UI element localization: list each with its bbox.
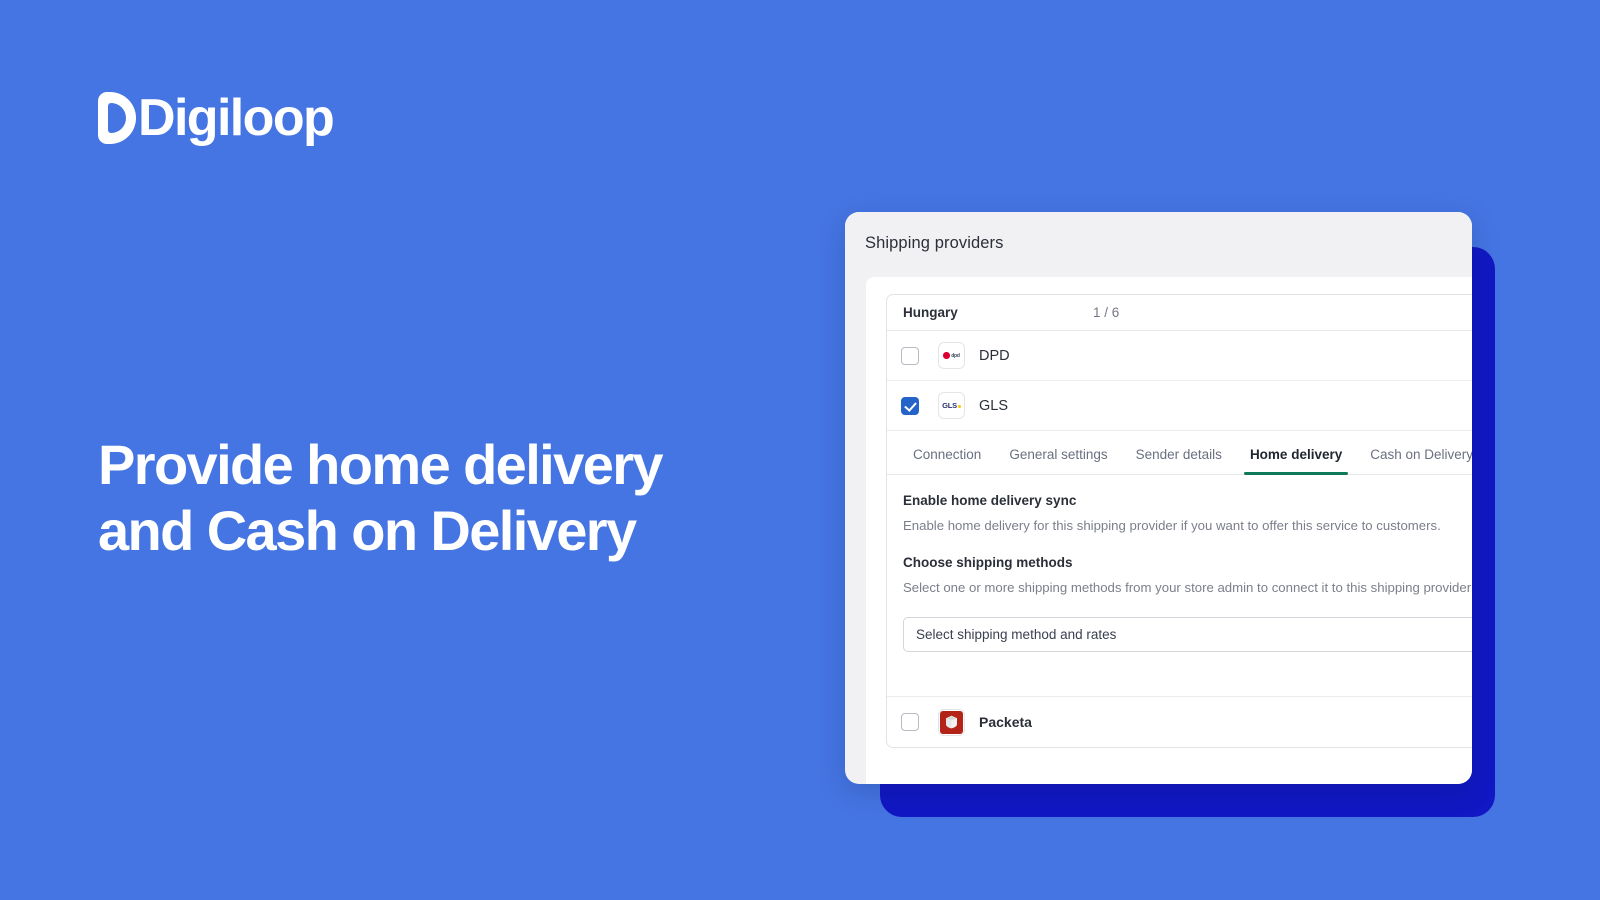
shipping-providers-card: Shipping providers Hungary 1 / 6 dpd DPD… <box>845 212 1472 784</box>
provider-row-packeta[interactable]: Packeta <box>887 697 1472 747</box>
brand-name: Digiloop <box>138 89 335 147</box>
brand-logo: Digiloop <box>98 89 335 147</box>
tab-general-settings[interactable]: General settings <box>995 447 1121 474</box>
country-label: Hungary <box>903 305 958 320</box>
provider-row-dpd[interactable]: dpd DPD <box>887 331 1472 381</box>
choose-methods-help: Select one or more shipping methods from… <box>903 580 1472 595</box>
page-headline: Provide home delivery and Cash on Delive… <box>98 432 798 564</box>
provider-count: 1 / 6 <box>1093 305 1120 320</box>
choose-methods-label: Choose shipping methods <box>903 555 1073 570</box>
card-header: Shipping providers <box>845 212 1472 277</box>
tab-home-delivery[interactable]: Home delivery <box>1236 447 1356 475</box>
card-title: Shipping providers <box>865 234 1004 252</box>
panel-spacer <box>903 652 1472 696</box>
dpd-logo-text: dpd <box>951 352 960 359</box>
provider-name-dpd: DPD <box>979 347 1010 364</box>
provider-checkbox-packeta[interactable] <box>901 713 919 731</box>
home-delivery-panel: Enable home delivery sync Enable home de… <box>887 475 1472 697</box>
dpd-logo-icon: dpd <box>938 342 965 369</box>
tab-sender-details[interactable]: Sender details <box>1122 447 1236 474</box>
headline-line-1: Provide home delivery <box>98 433 664 496</box>
provider-checkbox-dpd[interactable] <box>901 346 919 365</box>
card-panel: Hungary 1 / 6 dpd DPD GLS GLS Connection… <box>866 277 1472 784</box>
gls-logo-text: GLS <box>942 401 957 410</box>
enable-sync-help: Enable home delivery for this shipping p… <box>903 518 1441 533</box>
tab-connection[interactable]: Connection <box>899 447 995 474</box>
provider-row-gls[interactable]: GLS GLS <box>887 381 1472 431</box>
provider-checkbox-gls[interactable] <box>901 396 919 415</box>
gls-logo-icon: GLS <box>938 392 965 419</box>
headline-line-2: and Cash on Delivery <box>98 499 637 562</box>
tab-cash-on-delivery[interactable]: Cash on Delivery <box>1356 447 1472 474</box>
screenshot-composition: Shipping providers Hungary 1 / 6 dpd DPD… <box>845 212 1600 832</box>
shipping-method-select[interactable]: Select shipping method and rates <box>903 617 1472 652</box>
provider-list-header: Hungary 1 / 6 <box>887 295 1472 331</box>
provider-name-packeta: Packeta <box>979 714 1032 730</box>
provider-name-gls: GLS <box>979 397 1009 414</box>
enable-sync-label: Enable home delivery sync <box>903 493 1077 508</box>
provider-settings-tabs: Connection General settings Sender detai… <box>887 431 1472 475</box>
provider-list: Hungary 1 / 6 dpd DPD GLS GLS Connection… <box>886 294 1472 748</box>
packeta-logo-icon <box>938 708 965 736</box>
digiloop-d-logo-icon <box>98 92 136 144</box>
